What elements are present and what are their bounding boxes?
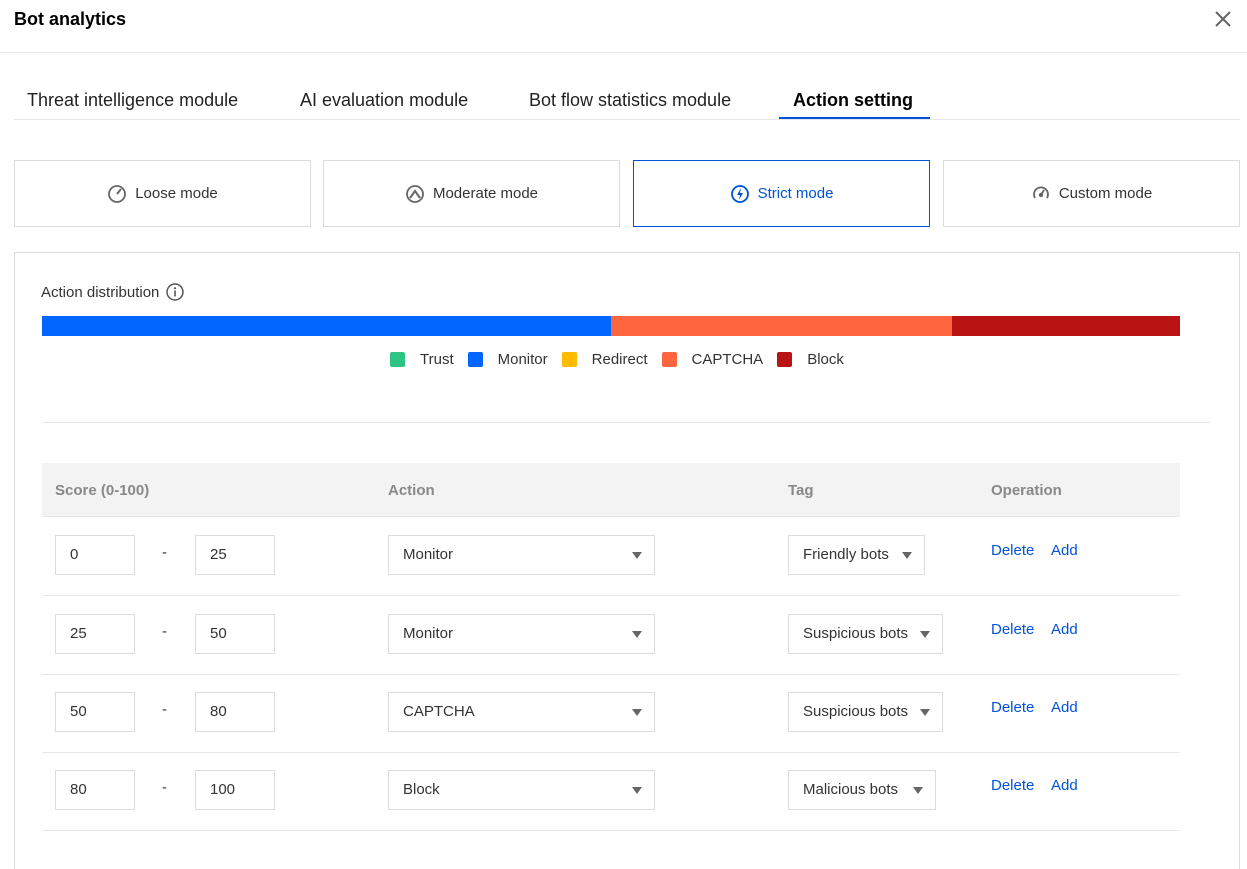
info-icon[interactable] — [165, 282, 185, 302]
gauge-custom-icon — [1032, 186, 1049, 198]
tag-select-value: Suspicious bots — [803, 625, 909, 642]
delete-link[interactable]: Delete — [991, 542, 1034, 559]
custom-mode-button[interactable]: Custom mode — [943, 160, 1240, 227]
add-link[interactable]: Add — [1051, 699, 1078, 716]
header-action: Action — [388, 482, 435, 499]
header-tag: Tag — [788, 482, 814, 499]
tag-select-value: Friendly bots — [803, 546, 889, 563]
score-to-input[interactable]: 100 — [195, 770, 275, 810]
range-dash: - — [162, 701, 167, 718]
loose-mode-label: Loose mode — [135, 185, 218, 202]
chevron-down-icon — [632, 787, 642, 794]
chevron-down-icon — [920, 709, 930, 716]
action-select[interactable]: CAPTCHA — [388, 692, 655, 732]
range-dash: - — [162, 544, 167, 561]
header-operation: Operation — [991, 482, 1062, 499]
delete-link[interactable]: Delete — [991, 777, 1034, 794]
legend-item-monitor: Monitor — [467, 351, 548, 368]
table-row: 80 - 100 Block Malicious bots Delete Add — [42, 752, 1180, 831]
add-link[interactable]: Add — [1051, 777, 1078, 794]
tag-select[interactable]: Suspicious bots — [788, 614, 943, 654]
tag-select-value: Suspicious bots — [803, 703, 909, 720]
score-from-input[interactable]: 50 — [55, 692, 135, 732]
strict-mode-button[interactable]: Strict mode — [633, 160, 930, 227]
chevron-down-icon — [920, 631, 930, 638]
action-distribution-bar — [42, 316, 1180, 336]
score-from-input[interactable]: 25 — [55, 614, 135, 654]
score-to-input[interactable]: 50 — [195, 614, 275, 654]
legend-swatch — [661, 352, 677, 367]
legend-label: Block — [807, 351, 844, 368]
score-from-input[interactable]: 80 — [55, 770, 135, 810]
tag-select[interactable]: Malicious bots — [788, 770, 936, 810]
legend-item-block: Block — [777, 351, 844, 368]
distribution-legend: Trust Monitor Redirect CAPTCHA Block — [390, 351, 858, 368]
score-to-input[interactable]: 80 — [195, 692, 275, 732]
action-select-value: Monitor — [403, 546, 454, 563]
tag-select[interactable]: Friendly bots — [788, 535, 925, 575]
tab-ai-evaluation[interactable]: AI evaluation module — [300, 80, 468, 120]
active-tab-indicator — [779, 117, 930, 119]
lightning-icon — [730, 184, 749, 203]
loose-mode-button[interactable]: Loose mode — [14, 160, 311, 227]
close-icon[interactable] — [1210, 6, 1236, 32]
legend-swatch — [390, 352, 405, 367]
table-row: 0 - 25 Monitor Friendly bots Delete Add — [42, 517, 1180, 596]
tab-action-setting[interactable]: Action setting — [793, 80, 913, 120]
action-select-value: Monitor — [403, 625, 454, 642]
score-to-input[interactable]: 25 — [195, 535, 275, 575]
range-dash: - — [162, 623, 167, 640]
distribution-segment-block — [952, 316, 1180, 336]
legend-item-redirect: Redirect — [561, 351, 648, 368]
chevron-down-icon — [632, 552, 642, 559]
add-link[interactable]: Add — [1051, 542, 1078, 559]
gauge-mid-icon — [406, 184, 424, 203]
legend-label: CAPTCHA — [691, 351, 764, 368]
chevron-down-icon — [632, 709, 642, 716]
tab-bot-flow-statistics[interactable]: Bot flow statistics module — [529, 80, 731, 120]
distribution-segment-captcha — [611, 316, 953, 336]
table-row: 25 - 50 Monitor Suspicious bots Delete A… — [42, 596, 1180, 675]
legend-label: Monitor — [497, 351, 548, 368]
legend-item-trust: Trust — [390, 351, 454, 368]
tab-threat-intelligence[interactable]: Threat intelligence module — [27, 80, 238, 120]
dialog-header: Bot analytics — [0, 0, 1247, 53]
action-select[interactable]: Monitor — [388, 535, 655, 575]
module-tabs: Threat intelligence module AI evaluation… — [14, 80, 1240, 120]
legend-item-captcha: CAPTCHA — [661, 351, 764, 368]
legend-swatch — [777, 352, 793, 367]
dialog-title: Bot analytics — [14, 9, 127, 29]
divider — [42, 422, 1211, 423]
table-row: 50 - 80 CAPTCHA Suspicious bots Delete A… — [42, 674, 1180, 753]
delete-link[interactable]: Delete — [991, 699, 1034, 716]
moderate-mode-button[interactable]: Moderate mode — [323, 160, 620, 227]
action-select-value: CAPTCHA — [403, 703, 475, 720]
chevron-down-icon — [902, 552, 912, 559]
action-select[interactable]: Block — [388, 770, 655, 810]
action-select[interactable]: Monitor — [388, 614, 655, 654]
action-select-value: Block — [403, 781, 440, 798]
chevron-down-icon — [913, 787, 923, 794]
legend-swatch — [467, 352, 483, 367]
add-link[interactable]: Add — [1051, 621, 1078, 638]
action-distribution-label: Action distribution — [41, 283, 160, 301]
custom-mode-label: Custom mode — [1058, 185, 1153, 202]
distribution-segment-monitor — [42, 316, 611, 336]
table-header: Score (0-100) Action Tag Operation — [42, 463, 1180, 517]
header-score: Score (0-100) — [55, 482, 150, 499]
legend-label: Trust — [420, 351, 454, 368]
tag-select[interactable]: Suspicious bots — [788, 692, 943, 732]
action-distribution-heading: Action distribution — [41, 282, 185, 302]
range-dash: - — [162, 779, 167, 796]
strict-mode-label: Strict mode — [757, 185, 834, 202]
legend-label: Redirect — [591, 351, 648, 368]
score-from-input[interactable]: 0 — [55, 535, 135, 575]
gauge-low-icon — [108, 184, 127, 203]
chevron-down-icon — [632, 631, 642, 638]
delete-link[interactable]: Delete — [991, 621, 1034, 638]
legend-swatch — [561, 352, 577, 367]
moderate-mode-label: Moderate mode — [432, 185, 539, 202]
tag-select-value: Malicious bots — [803, 781, 899, 798]
